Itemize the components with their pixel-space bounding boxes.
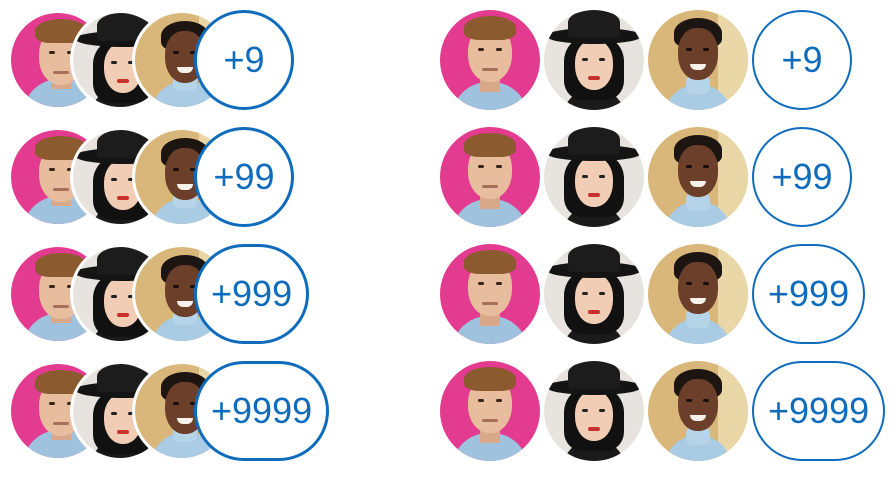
avatar-group[interactable]: +9	[8, 10, 329, 110]
overflow-count-badge[interactable]: +9	[752, 10, 852, 110]
avatar-group[interactable]: +99	[8, 127, 329, 227]
overflow-count-badge[interactable]: +999	[752, 244, 866, 344]
man-on-pink-avatar[interactable]	[440, 127, 540, 227]
smiling-woman-avatar[interactable]	[648, 244, 748, 344]
avatar-group[interactable]: +999	[440, 244, 885, 344]
avatar-group[interactable]: +9999	[440, 361, 886, 461]
avatar-group[interactable]: +9	[440, 10, 885, 110]
overflow-count-badge[interactable]: +999	[194, 244, 310, 344]
woman-with-hat-avatar[interactable]	[544, 361, 644, 461]
overflow-count-badge[interactable]: +9999	[752, 361, 886, 461]
man-on-pink-avatar[interactable]	[440, 10, 540, 110]
woman-with-hat-avatar[interactable]	[544, 244, 644, 344]
man-on-pink-avatar[interactable]	[440, 361, 540, 461]
avatar-group[interactable]: +9999	[8, 361, 330, 461]
stacked-avatar-groups: +9 +99 +999 +9999	[8, 10, 330, 478]
overflow-count-badge[interactable]: +99	[194, 127, 294, 227]
smiling-woman-avatar[interactable]	[648, 10, 748, 110]
smiling-woman-avatar[interactable]	[648, 127, 748, 227]
man-on-pink-avatar[interactable]	[440, 244, 540, 344]
avatar-group[interactable]: +999	[8, 244, 329, 344]
overflow-count-badge[interactable]: +9999	[194, 361, 330, 461]
avatar-group[interactable]: +99	[440, 127, 885, 227]
spread-avatar-groups: +9 +99 +999 +9999	[440, 10, 886, 478]
avatar-group-demo: +9 +99 +999 +9999 +9 +99 +999 +9999	[0, 0, 896, 476]
overflow-count-badge[interactable]: +9	[194, 10, 294, 110]
woman-with-hat-avatar[interactable]	[544, 127, 644, 227]
woman-with-hat-avatar[interactable]	[544, 10, 644, 110]
smiling-woman-avatar[interactable]	[648, 361, 748, 461]
overflow-count-badge[interactable]: +99	[752, 127, 852, 227]
